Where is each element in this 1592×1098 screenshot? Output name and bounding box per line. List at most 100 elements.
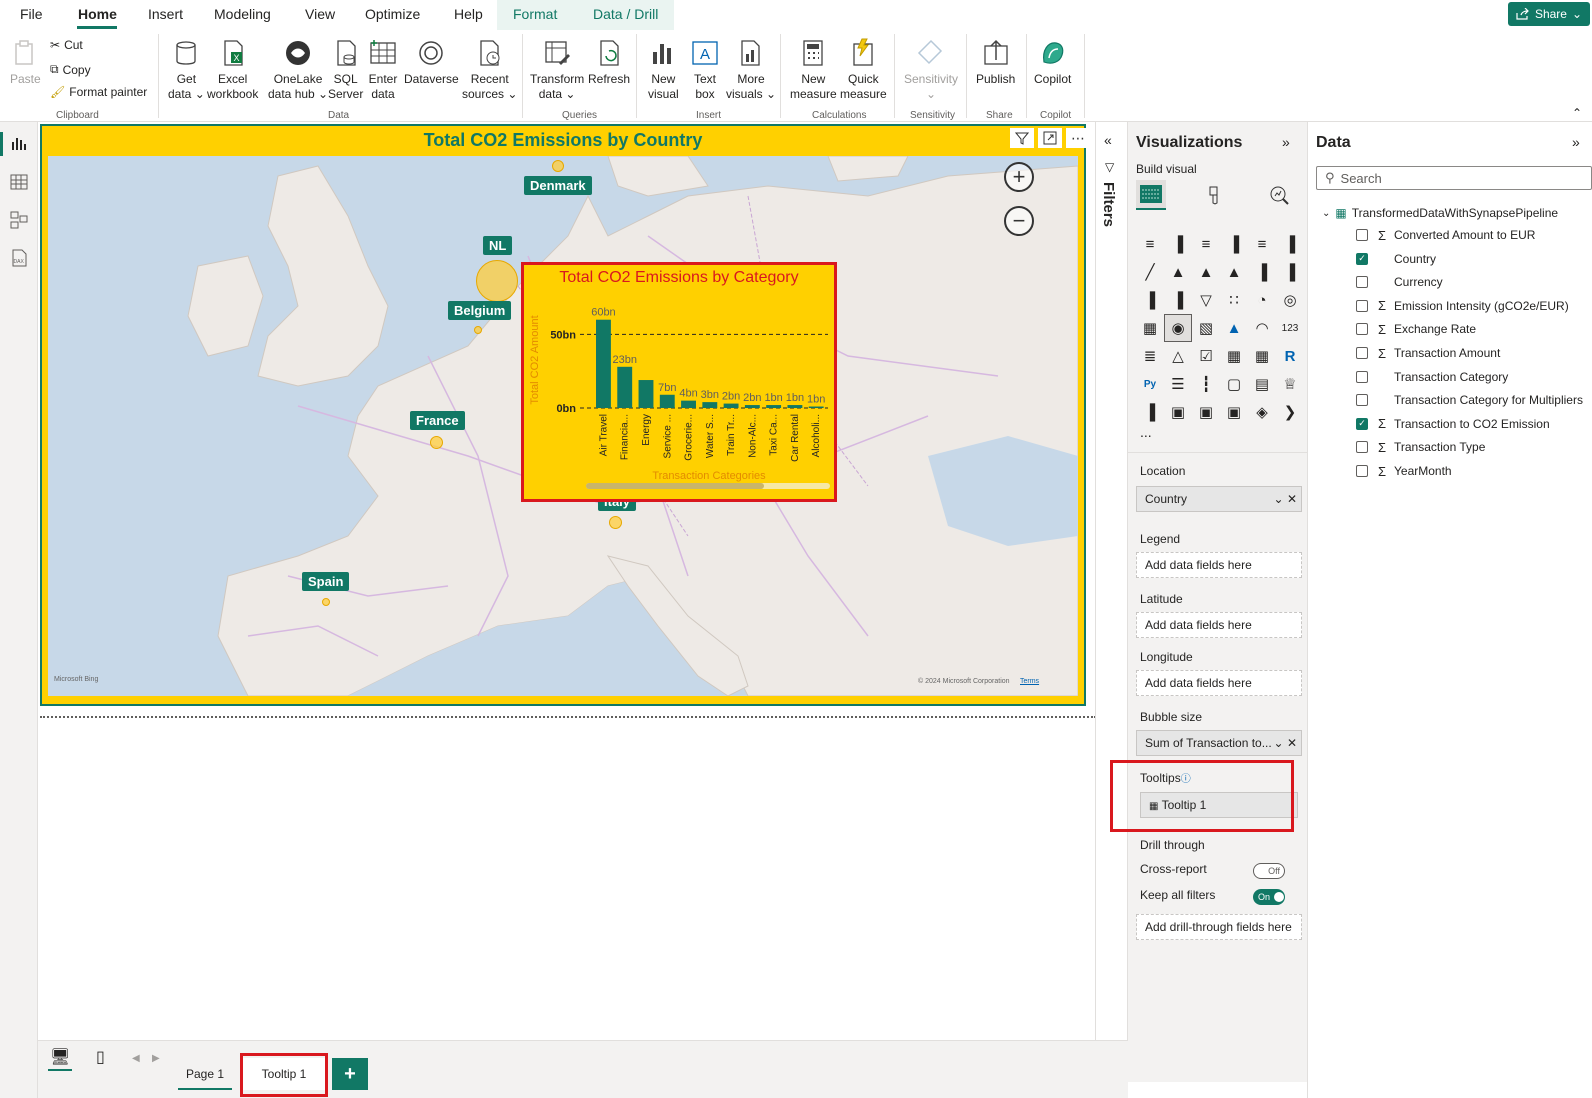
field-item[interactable]: Transaction Category for Multipliers <box>1356 391 1583 409</box>
table-view-icon[interactable] <box>9 172 29 192</box>
decomposition-tree-visual-icon[interactable]: ┇ <box>1192 370 1220 398</box>
waterfall-visual-icon[interactable]: ▐ <box>1164 286 1192 314</box>
longitude-well[interactable]: Add data fields here <box>1136 670 1302 696</box>
clustered-column-visual-icon[interactable]: ▐ <box>1220 230 1248 258</box>
field-checkbox[interactable] <box>1356 347 1368 359</box>
map-bubble-spain[interactable] <box>322 598 330 606</box>
r-visual-visual-icon[interactable]: R <box>1276 342 1304 370</box>
get-data-button[interactable]: Get data ⌄ <box>168 38 205 102</box>
text-box-button[interactable]: A Text box <box>690 38 720 102</box>
publish-button[interactable]: Publish <box>976 38 1015 87</box>
pie-visual-icon[interactable]: ◔ <box>1248 286 1276 314</box>
analytics-tab[interactable] <box>1264 180 1294 210</box>
more-visuals-button[interactable]: More visuals ⌄ <box>726 38 776 102</box>
azure-map-visual-icon[interactable]: ▲ <box>1220 314 1248 342</box>
map-bubble-nl[interactable] <box>476 260 518 302</box>
map-bubble-denmark[interactable] <box>552 160 564 172</box>
field-item[interactable]: Transaction Category <box>1356 368 1508 386</box>
share-button[interactable]: Share ⌄ <box>1508 2 1590 26</box>
filter-icon[interactable] <box>1010 128 1034 148</box>
field-item[interactable]: Σ Transaction Type <box>1356 438 1485 456</box>
field-item[interactable]: ✓ Country <box>1356 250 1436 268</box>
keep-filters-toggle[interactable]: On <box>1253 889 1285 905</box>
filters-pane-collapsed[interactable]: « ▽ Filters <box>1095 122 1127 1062</box>
new-measure-button[interactable]: New measure <box>790 38 837 102</box>
field-checkbox[interactable] <box>1356 323 1368 336</box>
enter-data-button[interactable]: Enter data <box>368 38 398 102</box>
tab-format[interactable]: Format <box>513 6 557 22</box>
paste-button[interactable]: Paste <box>10 38 41 87</box>
cross-report-toggle[interactable]: Off <box>1253 863 1285 879</box>
excel-workbook-button[interactable]: X Excel workbook <box>207 38 258 102</box>
filled-map-visual-icon[interactable]: ▧ <box>1192 314 1220 342</box>
area-visual-icon[interactable]: ▲ <box>1164 258 1192 286</box>
desktop-layout-icon[interactable]: 🖥 <box>50 1047 70 1067</box>
sensitivity-button[interactable]: Sensitivity ⌄ <box>904 38 958 102</box>
gauge-visual-icon[interactable]: ◠ <box>1248 314 1276 342</box>
slicer-visual-icon[interactable]: ☑ <box>1192 342 1220 370</box>
more-options-icon[interactable]: ⋯ <box>1066 128 1090 148</box>
stacked-column-visual-icon[interactable]: ▐ <box>1164 230 1192 258</box>
format-visual-tab[interactable] <box>1200 180 1230 210</box>
field-checkbox[interactable] <box>1356 394 1368 407</box>
location-well[interactable]: Country ⌄ ✕ <box>1136 486 1302 512</box>
transform-data-button[interactable]: Transform data ⌄ <box>530 38 584 102</box>
power-automate-visual-icon[interactable]: ◈ <box>1248 398 1276 426</box>
expand-filters-icon[interactable]: « <box>1104 132 1112 148</box>
key-influencers-visual-icon[interactable]: ☰ <box>1164 370 1192 398</box>
100-bar-visual-icon[interactable]: ≡ <box>1248 230 1276 258</box>
chevron-down-icon[interactable]: ⌄ <box>1274 492 1284 506</box>
100-column-visual-icon[interactable]: ▐ <box>1276 230 1304 258</box>
field-item[interactable]: ✓ Σ Transaction to CO2 Emission <box>1356 415 1550 433</box>
field-checkbox[interactable] <box>1356 299 1368 312</box>
stacked-area-visual-icon[interactable]: ▲ <box>1192 258 1220 286</box>
refresh-button[interactable]: Refresh <box>588 38 630 87</box>
tab-data-drill[interactable]: Data / Drill <box>593 6 658 22</box>
paginated-visual-icon[interactable]: ▐ <box>1136 398 1164 426</box>
collapse-visualizations-icon[interactable]: » <box>1282 134 1290 150</box>
field-checkbox[interactable] <box>1356 276 1368 289</box>
stacked-bar-visual-icon[interactable]: ≡ <box>1136 230 1164 258</box>
funnel-visual-icon[interactable]: ▽ <box>1192 286 1220 314</box>
close-icon[interactable]: ✕ <box>1287 736 1297 750</box>
page-tab-page1[interactable]: Page 1 <box>168 1058 242 1090</box>
tab-home[interactable]: Home <box>78 6 117 22</box>
map-visual-icon[interactable]: ◉ <box>1164 314 1192 342</box>
line-column-visual-icon[interactable]: ▐ <box>1248 258 1276 286</box>
multi-row-card-visual-icon[interactable]: ≣ <box>1136 342 1164 370</box>
ribbon-visual-icon[interactable]: ▐ <box>1136 286 1164 314</box>
field-checkbox[interactable] <box>1356 441 1368 454</box>
field-checkbox[interactable] <box>1356 465 1368 477</box>
donut-visual-icon[interactable]: ◎ <box>1276 286 1304 314</box>
drill-through-well[interactable]: Add drill-through fields here <box>1136 914 1302 940</box>
format-painter-button[interactable]: 🖌 Format painter <box>50 85 147 99</box>
cut-button[interactable]: ✂ Cut <box>50 38 83 52</box>
report-view-icon[interactable] <box>9 134 29 154</box>
chevron-down-icon[interactable]: ⌄ <box>1274 736 1284 750</box>
tab-file[interactable]: File <box>20 6 43 22</box>
search-input[interactable]: ⚲ Search <box>1316 166 1592 190</box>
card-new-visual-icon[interactable]: ▣ <box>1164 398 1192 426</box>
goals-visual-icon[interactable]: ♕ <box>1276 370 1304 398</box>
field-checkbox[interactable] <box>1356 370 1368 383</box>
filters-label[interactable]: Filters <box>1100 182 1117 227</box>
field-item[interactable]: Currency <box>1356 273 1443 291</box>
latitude-well[interactable]: Add data fields here <box>1136 612 1302 638</box>
card-visual-icon[interactable]: 123 <box>1276 314 1304 342</box>
quick-measure-button[interactable]: Quick measure <box>840 38 887 102</box>
field-checkbox[interactable] <box>1356 229 1368 241</box>
power-apps-visual-icon[interactable]: ▣ <box>1220 398 1248 426</box>
add-page-button[interactable]: + <box>332 1058 368 1090</box>
copilot-button[interactable]: Copilot <box>1034 38 1071 87</box>
new-visual-button[interactable]: New visual <box>648 38 679 102</box>
copy-button[interactable]: ⧉ Copy <box>50 62 91 77</box>
bubble-size-well[interactable]: Sum of Transaction to... ⌄ ✕ <box>1136 730 1302 756</box>
dataverse-button[interactable]: Dataverse <box>404 38 459 87</box>
build-visual-tab[interactable] <box>1136 180 1166 210</box>
kpi-visual-icon[interactable]: △ <box>1164 342 1192 370</box>
map-bubble-france[interactable] <box>430 436 443 449</box>
field-item[interactable]: Σ Exchange Rate <box>1356 320 1476 338</box>
smart-narrative-visual-icon[interactable]: ▤ <box>1248 370 1276 398</box>
treemap-visual-icon[interactable]: ▦ <box>1136 314 1164 342</box>
button-slicer-visual-icon[interactable]: ▣ <box>1192 398 1220 426</box>
